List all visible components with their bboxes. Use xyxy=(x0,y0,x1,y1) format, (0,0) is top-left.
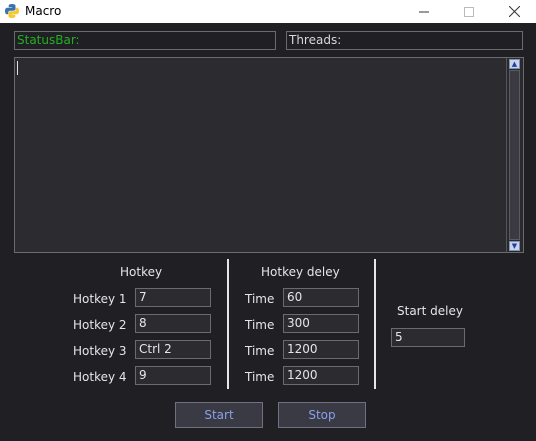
window-title: Macro xyxy=(25,4,62,18)
section-divider xyxy=(374,259,376,389)
close-button[interactable] xyxy=(491,0,536,23)
status-bar-field: StatusBar: xyxy=(14,31,276,50)
minimize-button[interactable] xyxy=(401,0,447,23)
scroll-down-button[interactable]: ▼ xyxy=(509,241,520,251)
time-4-input[interactable]: 1200 xyxy=(283,366,359,385)
hotkey-delay-section-title: Hotkey deley xyxy=(261,265,340,279)
time-3-input[interactable]: 1200 xyxy=(283,340,359,359)
hotkey-3-input[interactable]: Ctrl 2 xyxy=(135,340,211,359)
hotkey-2-input[interactable]: 8 xyxy=(135,314,211,333)
python-icon xyxy=(5,4,19,18)
start-delay-input[interactable]: 5 xyxy=(391,328,465,347)
start-delay-section-title: Start deley xyxy=(397,304,463,318)
stop-button[interactable]: Stop xyxy=(278,402,366,428)
start-button[interactable]: Start xyxy=(175,402,263,428)
scroll-thumb[interactable] xyxy=(509,70,520,240)
scroll-up-button[interactable]: ▲ xyxy=(509,59,520,69)
hotkey-4-input[interactable]: 9 xyxy=(135,366,211,385)
title-bar: Macro xyxy=(0,0,536,23)
triangle-up-icon: ▲ xyxy=(511,59,518,68)
section-divider xyxy=(227,259,229,389)
vertical-scrollbar[interactable]: ▲ ▼ xyxy=(506,58,523,252)
hotkey-2-label: Hotkey 2 xyxy=(73,318,127,332)
close-icon xyxy=(508,6,520,17)
hotkey-3-label: Hotkey 3 xyxy=(73,344,127,358)
time-4-label: Time xyxy=(245,370,275,384)
time-1-label: Time xyxy=(245,292,275,306)
maximize-icon xyxy=(464,6,474,17)
maximize-button[interactable] xyxy=(446,0,492,23)
time-3-label: Time xyxy=(245,344,275,358)
triangle-down-icon: ▼ xyxy=(511,241,518,250)
hotkey-1-label: Hotkey 1 xyxy=(73,292,127,306)
hotkey-4-label: Hotkey 4 xyxy=(73,370,127,384)
hotkey-1-input[interactable]: 7 xyxy=(135,288,211,307)
time-2-label: Time xyxy=(245,318,275,332)
log-textarea[interactable]: ▲ ▼ xyxy=(14,57,524,253)
threads-field: Threads: xyxy=(286,31,523,50)
time-2-input[interactable]: 300 xyxy=(283,314,359,333)
hotkey-section-title: Hotkey xyxy=(120,265,163,279)
time-1-input[interactable]: 60 xyxy=(283,288,359,307)
minimize-icon xyxy=(419,11,429,12)
text-caret xyxy=(17,61,18,75)
